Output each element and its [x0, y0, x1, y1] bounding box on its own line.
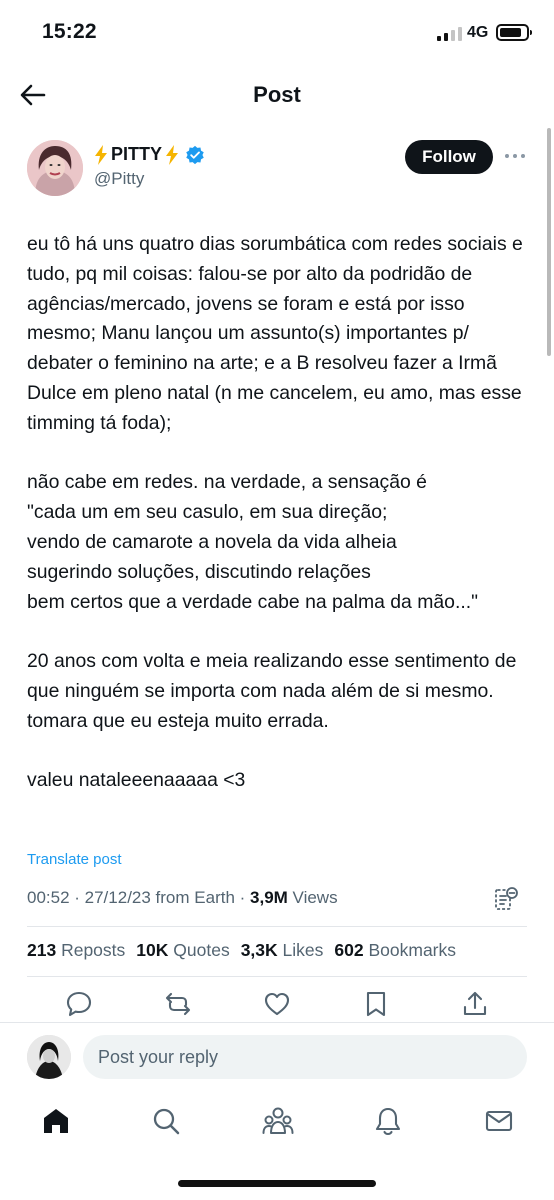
reply-bar: Post your reply — [0, 1022, 554, 1088]
reply-button[interactable] — [65, 990, 93, 1018]
reply-input[interactable]: Post your reply — [83, 1035, 527, 1079]
post-meta: 00:52 · 27/12/23 from Earth · 3,9M Views — [27, 888, 338, 908]
more-options-button[interactable] — [503, 146, 527, 166]
divider — [27, 976, 527, 977]
lightning-bolt-icon — [95, 144, 107, 165]
post-paragraph: não cabe em redes. na verdade, a sensaçã… — [27, 471, 427, 494]
nav-communities[interactable] — [262, 1106, 294, 1136]
people-icon — [262, 1107, 294, 1134]
bookmark-button[interactable] — [362, 990, 390, 1018]
share-upload-icon — [463, 991, 487, 1016]
display-name-row[interactable]: PITTY — [94, 144, 205, 165]
more-horizontal-icon — [505, 154, 509, 158]
views-label: Views — [287, 888, 338, 907]
post-paragraph: valeu nataleeenaaaaa <3 — [27, 769, 246, 792]
engagement-stats: 213 Reposts 10K Quotes 3,3K Likes 602 Bo… — [27, 940, 456, 961]
post-author: PITTY @Pitty Follow — [0, 138, 554, 198]
speech-bubble-icon — [66, 991, 92, 1017]
nav-notifications[interactable] — [373, 1106, 403, 1136]
display-name: PITTY — [111, 144, 163, 164]
bookmark-icon — [366, 991, 386, 1017]
envelope-icon — [485, 1110, 513, 1132]
translate-post-link[interactable]: Translate post — [27, 851, 122, 868]
post-paragraph: "cada um em seu casulo, em sua direção; — [27, 501, 388, 524]
post-text: eu tô há uns quatro dias sorumbática com… — [27, 230, 527, 796]
post-paragraph: bem certos que a verdade cabe na palma d… — [27, 590, 478, 613]
signal-strength-icon — [437, 27, 463, 41]
views-count: 3,9M — [250, 888, 288, 907]
repost-button[interactable] — [164, 990, 192, 1018]
reposts-stat[interactable]: 213 Reposts — [27, 940, 125, 961]
post-paragraph: sugerindo soluções, discutindo relações — [27, 560, 371, 583]
nav-search[interactable] — [151, 1106, 181, 1136]
repost-arrows-icon — [165, 992, 191, 1016]
user-handle[interactable]: @Pitty — [94, 169, 144, 189]
heart-icon — [264, 992, 290, 1016]
avatar[interactable] — [27, 1035, 71, 1079]
bookmarks-stat[interactable]: 602 Bookmarks — [334, 940, 456, 961]
battery-icon — [496, 24, 532, 41]
search-icon — [153, 1108, 180, 1135]
like-button[interactable] — [263, 990, 291, 1018]
quotes-stat[interactable]: 10K Quotes — [136, 940, 229, 961]
bell-icon — [375, 1107, 401, 1136]
home-icon — [44, 1109, 68, 1133]
avatar[interactable] — [27, 140, 83, 196]
page-title: Post — [253, 82, 301, 107]
likes-stat[interactable]: 3,3K Likes — [241, 940, 324, 961]
network-type: 4G — [467, 24, 489, 41]
analytics-icon — [495, 887, 518, 910]
status-bar: 15:22 4G — [0, 0, 554, 66]
verified-badge-icon — [186, 145, 204, 164]
post-paragraph: 20 anos com volta e meia realizando esse… — [27, 650, 517, 732]
share-button[interactable] — [461, 990, 489, 1018]
post-analytics-button[interactable] — [494, 886, 518, 912]
top-nav: Post — [0, 66, 554, 124]
status-time: 15:22 — [42, 20, 97, 43]
nav-messages[interactable] — [484, 1106, 514, 1136]
nav-home[interactable] — [41, 1106, 71, 1136]
bottom-nav — [0, 1092, 554, 1156]
post-paragraph: eu tô há uns quatro dias sorumbática com… — [27, 233, 523, 434]
post-timestamp: 00:52 · 27/12/23 from Earth · — [27, 888, 251, 907]
post-actions — [0, 990, 554, 1020]
post-paragraph: vendo de camarote a novela da vida alhei… — [27, 530, 397, 553]
home-indicator[interactable] — [178, 1180, 376, 1187]
lightning-bolt-icon — [166, 144, 179, 165]
divider — [27, 926, 527, 927]
follow-button[interactable]: Follow — [405, 140, 493, 174]
